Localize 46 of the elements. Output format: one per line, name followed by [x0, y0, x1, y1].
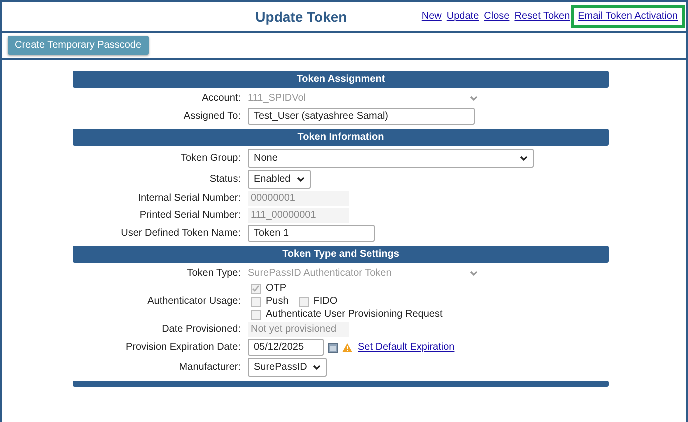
- field-label: Manufacturer:: [178, 362, 242, 373]
- header-link[interactable]: Close: [483, 9, 511, 24]
- checkbox[interactable]: [251, 296, 261, 306]
- checkbox[interactable]: [251, 310, 261, 320]
- section-header: Token Assignment: [73, 71, 609, 88]
- checkbox-label: OTP: [266, 283, 287, 294]
- select-field[interactable]: Enabled: [248, 170, 311, 189]
- field-label: Token Type:: [186, 268, 242, 279]
- header-link[interactable]: Update: [446, 9, 480, 24]
- chevron-down-icon: [296, 176, 305, 182]
- field-label: Status:: [208, 174, 242, 185]
- field-label: Authenticator Usage:: [146, 296, 242, 307]
- field-label: Printed Serial Number:: [138, 210, 242, 221]
- date-field[interactable]: 05/12/2025: [248, 339, 324, 356]
- readonly-field: 00000001: [248, 191, 349, 206]
- chevron-down-icon: [313, 364, 322, 370]
- section-header: Token Type and Settings: [73, 246, 609, 263]
- select-field[interactable]: SurePassID: [248, 358, 328, 377]
- field-label: Account:: [201, 93, 242, 104]
- checkbox[interactable]: [251, 284, 261, 294]
- section-header: Token Information: [73, 129, 609, 146]
- field-label: User Defined Token Name:: [120, 228, 242, 239]
- select-field[interactable]: None: [248, 149, 534, 168]
- warning-icon: [342, 342, 353, 352]
- field-label: Provision Expiration Date:: [124, 342, 242, 353]
- chevron-down-icon: [470, 96, 478, 102]
- chevron-down-icon: [520, 156, 528, 162]
- chevron-down-icon: [470, 270, 478, 276]
- checkbox[interactable]: [298, 296, 309, 306]
- checkbox-label: Push: [266, 296, 289, 307]
- readonly-field: Not yet provisioned: [248, 322, 349, 337]
- field-label: Date Provisioned:: [161, 324, 242, 335]
- field-label: Assigned To:: [182, 111, 242, 122]
- input-field[interactable]: Test_User (satyashree Samal): [248, 108, 475, 125]
- checkbox-label: Authenticate User Provisioning Request: [266, 309, 443, 320]
- checkbox-label: FIDO: [314, 296, 338, 307]
- input-field[interactable]: Token 1: [248, 225, 375, 242]
- field-label: Internal Serial Number:: [137, 193, 242, 204]
- header-link[interactable]: Reset Token: [514, 9, 572, 24]
- set-default-link[interactable]: Set Default Expiration: [357, 340, 456, 355]
- header-link[interactable]: Email Token Activation: [574, 8, 682, 25]
- field-label: Token Group:: [180, 153, 242, 164]
- page-title: Update Token: [254, 8, 348, 24]
- header-link[interactable]: New: [420, 9, 443, 24]
- readonly-field: 111_00000001: [248, 208, 349, 223]
- calendar-icon[interactable]: [328, 342, 338, 352]
